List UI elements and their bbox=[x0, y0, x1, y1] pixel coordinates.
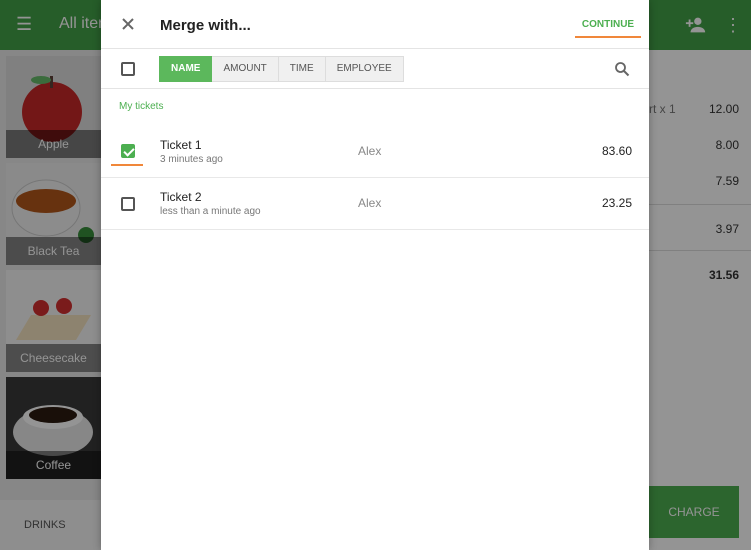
sort-tabs: NAME AMOUNT TIME EMPLOYEE bbox=[159, 56, 404, 82]
dialog-title: Merge with... bbox=[160, 17, 251, 34]
merge-dialog: Merge with... CONTINUE NAME AMOUNT TIME … bbox=[101, 0, 649, 550]
sort-bar: NAME AMOUNT TIME EMPLOYEE bbox=[101, 49, 649, 89]
tab-name[interactable]: NAME bbox=[159, 56, 213, 82]
close-icon[interactable] bbox=[117, 13, 139, 35]
ticket-employee: Alex bbox=[358, 196, 382, 210]
select-all-checkbox[interactable] bbox=[121, 62, 135, 76]
ticket-amount: 83.60 bbox=[601, 144, 632, 158]
ticket-name: Ticket 1 bbox=[160, 138, 202, 152]
ticket-time: 3 minutes ago bbox=[160, 154, 223, 165]
section-label-my-tickets: My tickets bbox=[119, 101, 164, 112]
ticket-row[interactable]: Ticket 1 3 minutes ago Alex 83.60 bbox=[101, 126, 649, 178]
continue-button[interactable]: CONTINUE bbox=[575, 12, 641, 38]
ticket-time: less than a minute ago bbox=[160, 206, 261, 217]
ticket-amount: 23.25 bbox=[601, 196, 632, 210]
tab-amount[interactable]: AMOUNT bbox=[212, 56, 279, 82]
dialog-header: Merge with... CONTINUE bbox=[101, 0, 649, 49]
selection-indicator bbox=[111, 164, 143, 166]
ticket-checkbox[interactable] bbox=[121, 197, 135, 211]
tab-employee[interactable]: EMPLOYEE bbox=[325, 56, 404, 82]
search-icon[interactable] bbox=[614, 61, 630, 77]
ticket-row[interactable]: Ticket 2 less than a minute ago Alex 23.… bbox=[101, 178, 649, 230]
ticket-name: Ticket 2 bbox=[160, 190, 202, 204]
tab-time[interactable]: TIME bbox=[278, 56, 326, 82]
ticket-employee: Alex bbox=[358, 144, 382, 158]
ticket-checkbox[interactable] bbox=[121, 144, 135, 158]
